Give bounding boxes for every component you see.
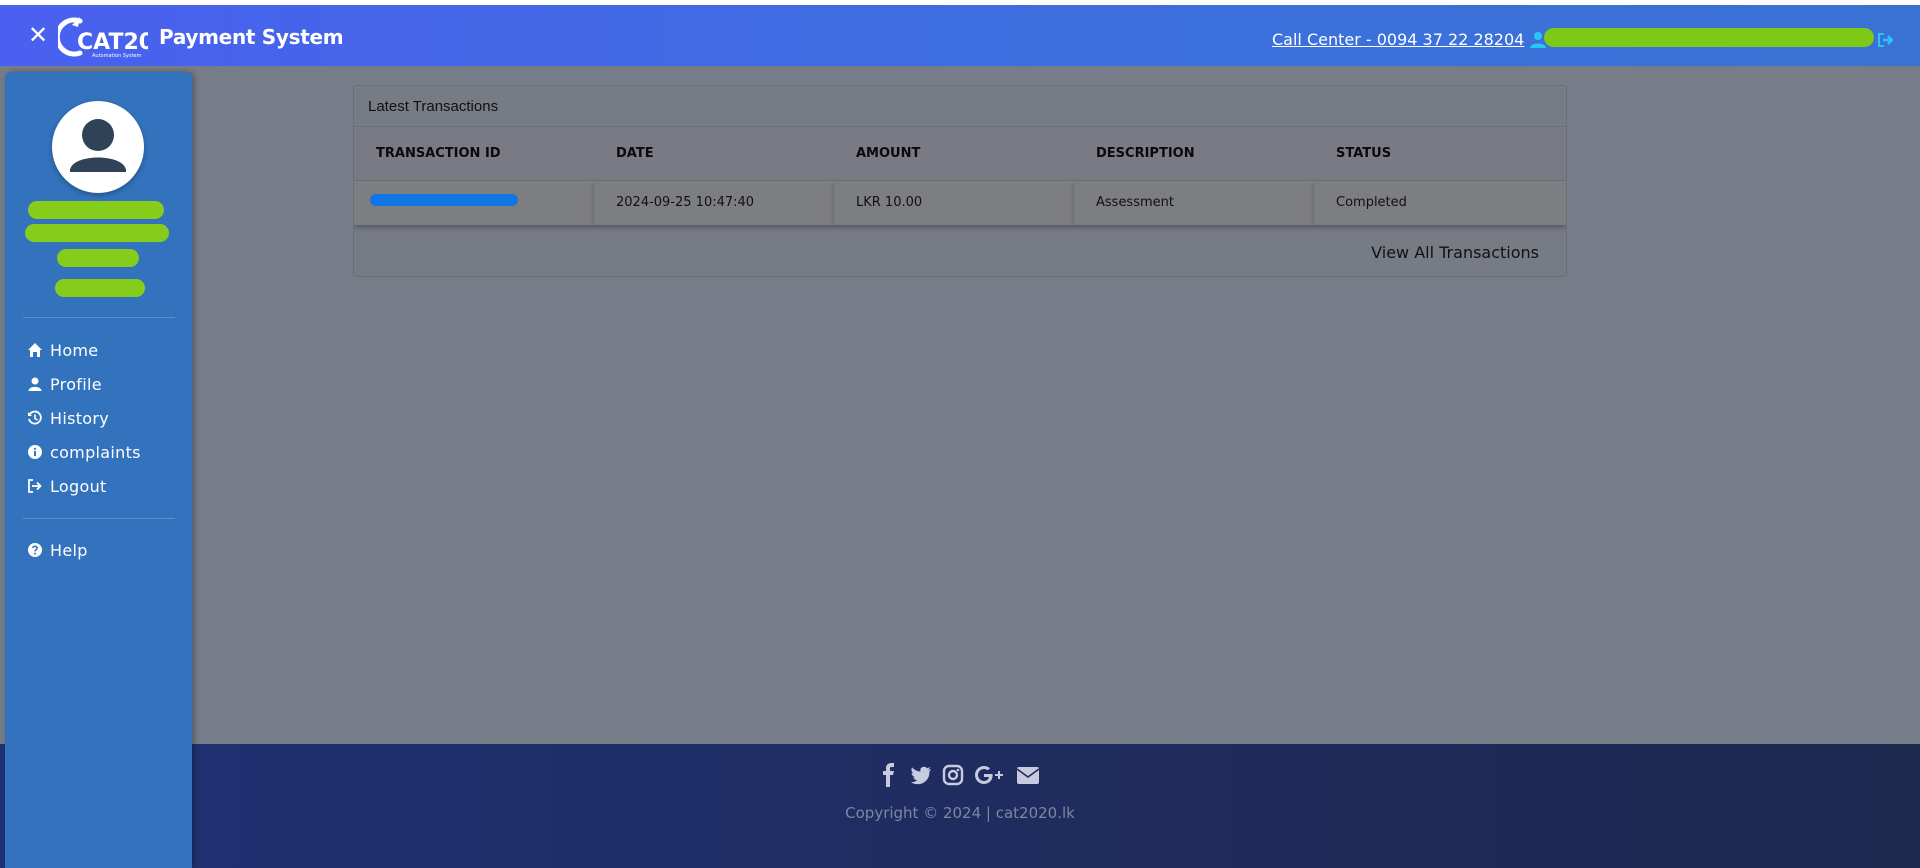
sidebar-item-history[interactable]: History bbox=[27, 406, 109, 430]
email-icon[interactable] bbox=[1016, 763, 1040, 787]
column-header: DESCRIPTION bbox=[1074, 127, 1314, 181]
logo-subtitle: Automation System bbox=[92, 53, 141, 59]
google-plus-icon[interactable] bbox=[974, 763, 1006, 787]
sidebar-item-complaints[interactable]: complaints bbox=[27, 440, 141, 464]
sidebar-item-label: complaints bbox=[50, 442, 141, 462]
transaction-date: 2024-09-25 10:47:40 bbox=[594, 180, 834, 225]
redaction-mark bbox=[28, 201, 164, 219]
sidebar-divider bbox=[23, 518, 175, 519]
table-row[interactable]: 2024-09-25 10:47:40 LKR 10.00 Assessment… bbox=[354, 180, 1566, 225]
redaction-mark bbox=[57, 249, 139, 267]
twitter-icon[interactable] bbox=[910, 763, 932, 787]
main-content: Latest Transactions TRANSACTION ID DATE … bbox=[0, 66, 1920, 744]
redaction-mark bbox=[55, 279, 145, 297]
sidebar-item-label: Profile bbox=[50, 374, 102, 394]
footer: Copyright © 2024 | cat2020.lk bbox=[0, 744, 1920, 868]
logout-icon bbox=[27, 478, 43, 494]
redaction-mark bbox=[370, 194, 518, 206]
transaction-amount: LKR 10.00 bbox=[834, 180, 1074, 225]
column-header: DATE bbox=[594, 127, 834, 181]
sidebar-item-profile[interactable]: Profile bbox=[27, 372, 102, 396]
logout-icon[interactable] bbox=[1877, 32, 1895, 48]
sidebar-item-logout[interactable]: Logout bbox=[27, 474, 107, 498]
info-icon bbox=[27, 444, 43, 460]
sidebar: Home Profile History complaints Logout H… bbox=[5, 72, 192, 868]
facebook-icon[interactable] bbox=[878, 763, 900, 787]
home-icon bbox=[27, 342, 43, 358]
sidebar-item-help[interactable]: Help bbox=[27, 538, 88, 562]
sidebar-divider bbox=[23, 317, 175, 318]
card-title: Latest Transactions bbox=[354, 86, 1566, 127]
close-sidebar-button[interactable]: ✕ bbox=[26, 23, 50, 47]
copyright-text: Copyright © 2024 | cat2020.lk bbox=[845, 804, 1075, 822]
logo-text: CAT20 bbox=[77, 30, 148, 55]
sidebar-item-label: Help bbox=[50, 540, 88, 560]
transaction-description: Assessment bbox=[1074, 180, 1314, 225]
instagram-icon[interactable] bbox=[942, 763, 964, 787]
user-icon bbox=[27, 376, 43, 392]
sidebar-item-label: Home bbox=[50, 340, 99, 360]
redaction-mark bbox=[25, 224, 169, 242]
sidebar-item-label: History bbox=[50, 408, 110, 428]
latest-transactions-card: Latest Transactions TRANSACTION ID DATE … bbox=[353, 85, 1567, 277]
redaction-mark bbox=[1544, 28, 1874, 47]
view-all-transactions-link[interactable]: View All Transactions bbox=[1371, 243, 1539, 262]
app-title: Payment System bbox=[159, 25, 344, 49]
avatar[interactable] bbox=[52, 101, 144, 193]
social-links bbox=[878, 762, 1040, 788]
column-header: STATUS bbox=[1314, 127, 1566, 181]
cat20-logo[interactable]: CAT20 Automation System bbox=[54, 15, 154, 59]
transactions-table: TRANSACTION ID DATE AMOUNT DESCRIPTION S… bbox=[354, 127, 1566, 225]
top-navbar: ✕ CAT20 Automation System Payment System… bbox=[0, 5, 1920, 66]
column-header: TRANSACTION ID bbox=[354, 127, 594, 181]
table-header-row: TRANSACTION ID DATE AMOUNT DESCRIPTION S… bbox=[354, 127, 1566, 181]
sidebar-item-label: Logout bbox=[50, 476, 107, 496]
question-icon bbox=[27, 542, 43, 558]
call-center-link[interactable]: Call Center - 0094 37 22 28204 bbox=[1272, 30, 1524, 49]
column-header: AMOUNT bbox=[834, 127, 1074, 181]
history-icon bbox=[27, 410, 43, 426]
sidebar-item-home[interactable]: Home bbox=[27, 338, 98, 362]
status-badge: Completed bbox=[1314, 180, 1566, 225]
